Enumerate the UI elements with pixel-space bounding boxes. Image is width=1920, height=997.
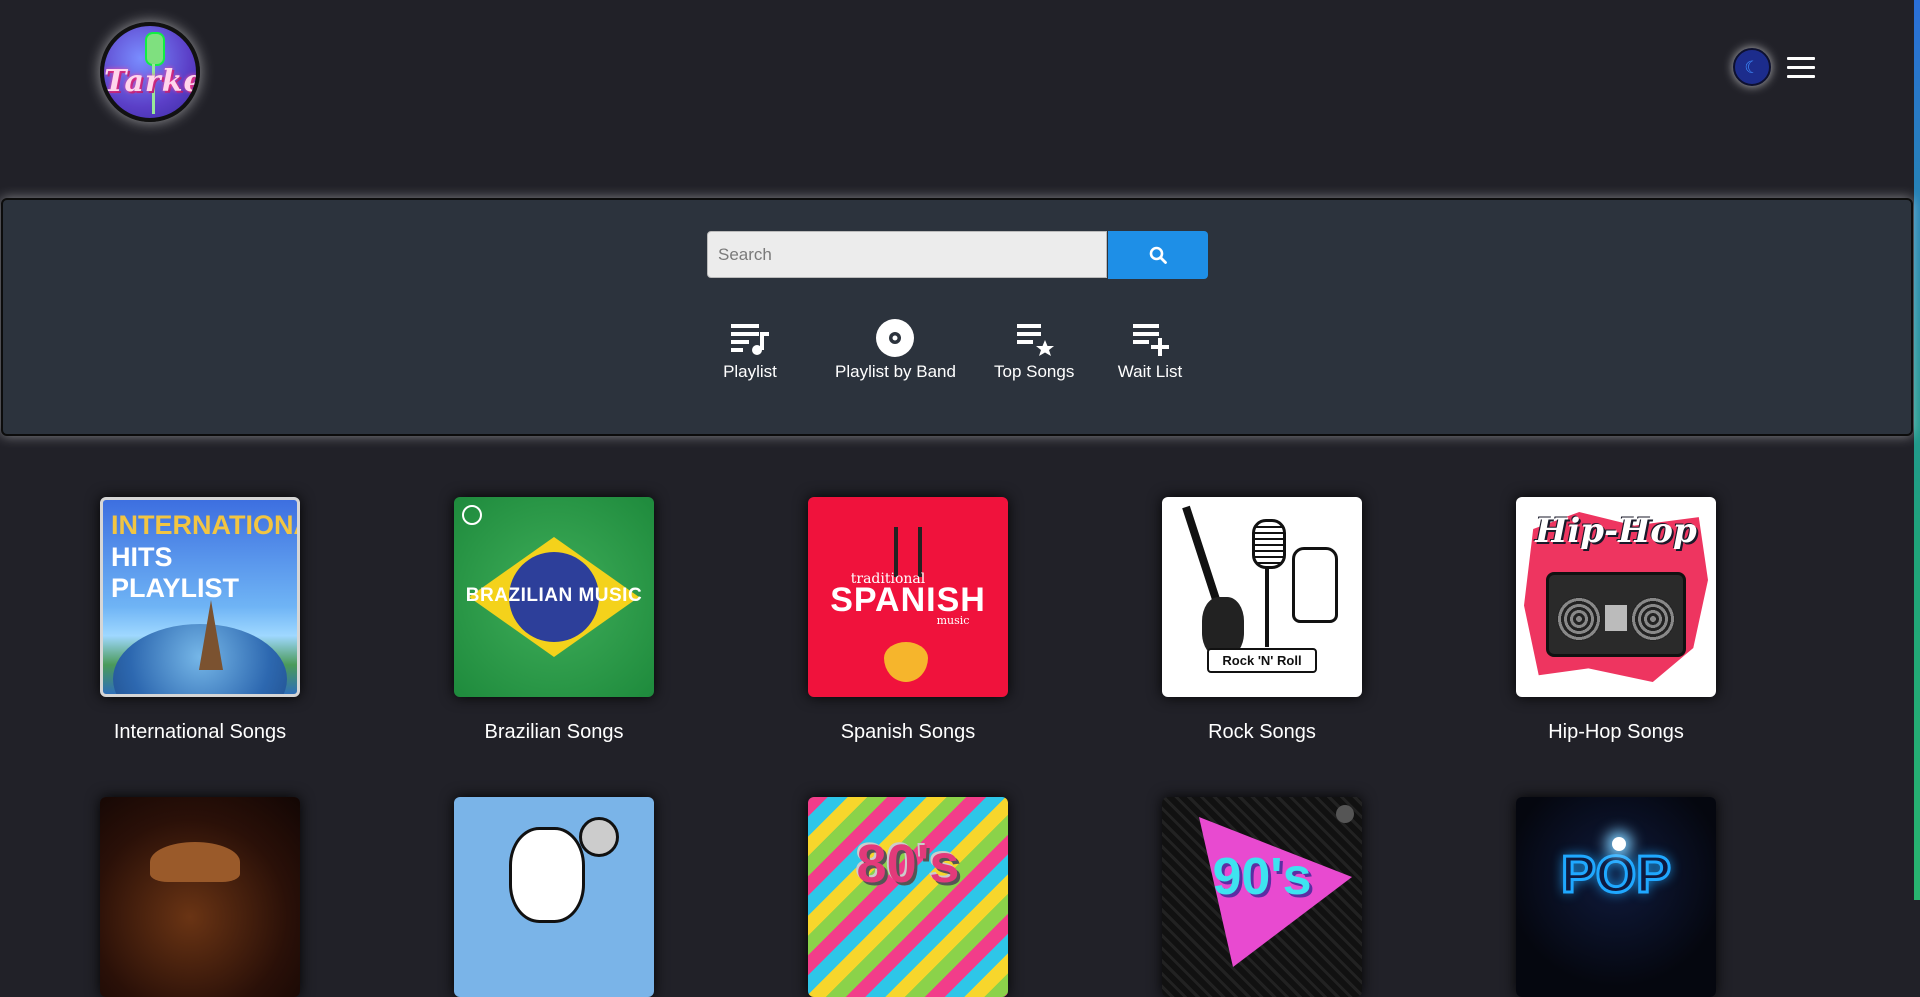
category-cover[interactable]: Hip-Hop [1516,497,1716,697]
cover-text: INTERNATIONAL [111,510,297,540]
cover-text: HITS [111,542,173,572]
quick-link-playlist-by-band[interactable]: Playlist by Band [835,318,956,382]
app-logo[interactable]: Tarke [100,22,200,122]
quick-link-playlist[interactable]: Playlist [718,318,782,382]
rock-hand-art [1292,547,1338,623]
category-card-spanish[interactable]: traditional SPANISH music Spanish Songs [808,497,1008,744]
cover-text: Rock 'N' Roll [1207,648,1317,673]
microphone-art [1252,519,1286,569]
mic-head-art [579,817,619,857]
menu-bar-icon [1787,66,1815,69]
cover-text: POP [1560,845,1673,906]
category-cover[interactable]: 90's [1162,797,1362,997]
category-title: International Songs [113,721,287,743]
cover-text: Hip-Hop [1535,511,1697,551]
category-card-international[interactable]: INTERNATIONAL HITS PLAYLIST Internationa… [100,497,300,744]
category-card-country[interactable] [100,797,300,997]
mic-stand-art [1265,567,1269,647]
menu-bar-icon [1787,75,1815,78]
cover-text: PLAYLIST [111,573,240,603]
category-card-karaoke[interactable] [454,797,654,997]
logo-text: Tarke [104,64,200,99]
search-input[interactable] [707,231,1107,278]
theme-toggle-button[interactable]: ☾ [1733,48,1771,86]
search-button[interactable] [1108,231,1208,279]
moon-icon: ☾ [1744,57,1760,77]
category-title: Brazilian Songs [484,721,624,743]
category-card-brazilian[interactable]: BRAZILIAN MUSIC Brazilian Songs [454,497,654,744]
cover-text: 90's [1212,848,1312,906]
cowboy-hat-art [150,842,240,882]
category-card-pop[interactable]: POP [1516,797,1716,997]
brand-mark-icon [1336,805,1354,823]
quick-link-wait-list[interactable]: Wait List [1115,318,1185,382]
category-cover[interactable]: Rock 'N' Roll [1162,497,1362,697]
quick-link-label: Top Songs [994,362,1075,381]
quick-link-label: Playlist [723,362,777,381]
playlist-add-icon [1133,324,1169,356]
cover-text: BRAZILIAN MUSIC [465,585,643,606]
quick-link-label: Playlist by Band [835,362,956,381]
category-cover[interactable]: BRAZILIAN MUSIC [454,497,654,697]
category-card-80s[interactable]: 80's [808,797,1008,997]
eiffel-tower-art [199,600,223,670]
category-card-90s[interactable]: 90's [1162,797,1362,997]
quick-link-top-songs[interactable]: Top Songs [994,318,1074,382]
category-cover[interactable]: traditional SPANISH music [808,497,1008,697]
category-title: Rock Songs [1208,721,1316,743]
category-cover[interactable] [454,797,654,997]
disc-icon [876,319,914,357]
category-title: Hip-Hop Songs [1548,721,1684,743]
search-icon [1149,246,1167,264]
glove-mic-art [509,827,585,923]
category-cover[interactable]: INTERNATIONAL HITS PLAYLIST [100,497,300,697]
category-title: Spanish Songs [840,721,976,743]
cover-text: music [936,614,970,627]
category-cover[interactable]: 80's [808,797,1008,997]
menu-bar-icon [1787,57,1815,60]
microphone-icon [145,32,165,66]
hamburger-menu-button[interactable] [1787,57,1815,79]
cover-text: 80's [856,834,960,894]
category-card-rock[interactable]: Rock 'N' Roll Rock Songs [1162,497,1362,744]
playlist-music-icon [731,324,769,355]
category-card-hiphop[interactable]: Hip-Hop Hip-Hop Songs [1516,497,1716,744]
category-cover[interactable] [100,797,300,997]
sparkle-icon [1612,837,1626,851]
boombox-art [1546,572,1686,657]
playlist-star-icon [1017,324,1054,356]
quick-link-label: Wait List [1117,362,1183,381]
brand-mark-icon [462,505,482,525]
page-scroll-accent [1914,0,1920,900]
category-cover[interactable]: POP [1516,797,1716,997]
